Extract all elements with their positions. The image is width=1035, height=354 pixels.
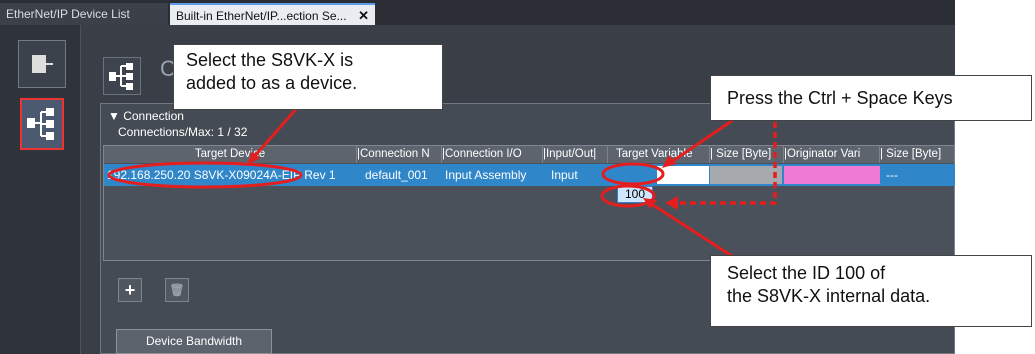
arrow-head	[665, 196, 678, 210]
callout-line: Select the ID 100 of	[727, 263, 886, 283]
dotted-arrow	[675, 122, 777, 205]
callout-line: added to as a device.	[186, 73, 358, 93]
callout-line: Select the S8VK-X is	[186, 50, 354, 70]
arrow-to-variable	[669, 118, 734, 165]
arrow-to-device	[251, 107, 299, 159]
device-highlight-ellipse	[107, 161, 303, 189]
callout-select-id: Select the ID 100 of the S8VK-X internal…	[710, 255, 1032, 327]
arrow-to-option	[649, 201, 736, 260]
callout-select-device: Select the S8VK-X is added to as a devic…	[173, 44, 443, 110]
arrow-head	[662, 155, 676, 168]
callout-press-keys: Press the Ctrl + Space Keys	[710, 75, 1032, 121]
variable-highlight-ellipse	[601, 162, 665, 186]
callout-line: the S8VK-X internal data.	[727, 286, 931, 306]
